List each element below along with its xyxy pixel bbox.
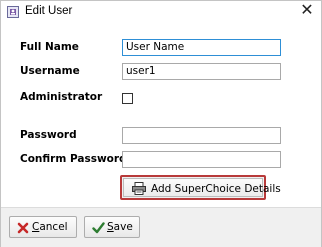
administrator-label: Administrator bbox=[20, 91, 103, 103]
username-field[interactable]: user1 bbox=[122, 63, 281, 80]
full-name-label: Full Name bbox=[20, 41, 79, 53]
printer-icon bbox=[132, 182, 146, 200]
green-check-icon bbox=[92, 221, 105, 239]
save-button[interactable]: Save bbox=[84, 216, 140, 238]
save-mnemonic: S bbox=[107, 221, 114, 233]
password-label: Password bbox=[20, 129, 77, 141]
dialog-footer: Cancel Save bbox=[1, 207, 321, 247]
username-label: Username bbox=[20, 65, 80, 77]
password-field[interactable] bbox=[122, 127, 281, 144]
title-bar: Edit User ✕ bbox=[1, 1, 321, 23]
cancel-rest: ancel bbox=[39, 221, 68, 233]
confirm-password-label: Confirm Password bbox=[20, 153, 127, 165]
full-name-field[interactable]: User Name bbox=[122, 39, 281, 56]
add-superchoice-button-face: Add SuperChoice Details bbox=[123, 178, 281, 200]
red-x-icon bbox=[17, 221, 29, 239]
confirm-password-field[interactable] bbox=[122, 151, 281, 168]
close-icon[interactable]: ✕ bbox=[299, 2, 315, 20]
app-icon bbox=[7, 6, 19, 18]
window-title: Edit User bbox=[25, 5, 73, 17]
cancel-button[interactable]: Cancel bbox=[9, 216, 77, 238]
administrator-checkbox[interactable] bbox=[122, 93, 133, 104]
add-superchoice-details-button[interactable]: Add SuperChoice Details bbox=[120, 175, 281, 200]
save-rest: ave bbox=[113, 221, 133, 233]
edit-user-window: Edit User ✕ Full Name User Name Username… bbox=[0, 0, 322, 247]
cancel-label: Cancel bbox=[32, 221, 68, 233]
save-label: Save bbox=[107, 221, 133, 233]
add-superchoice-label: Add SuperChoice Details bbox=[151, 183, 281, 195]
